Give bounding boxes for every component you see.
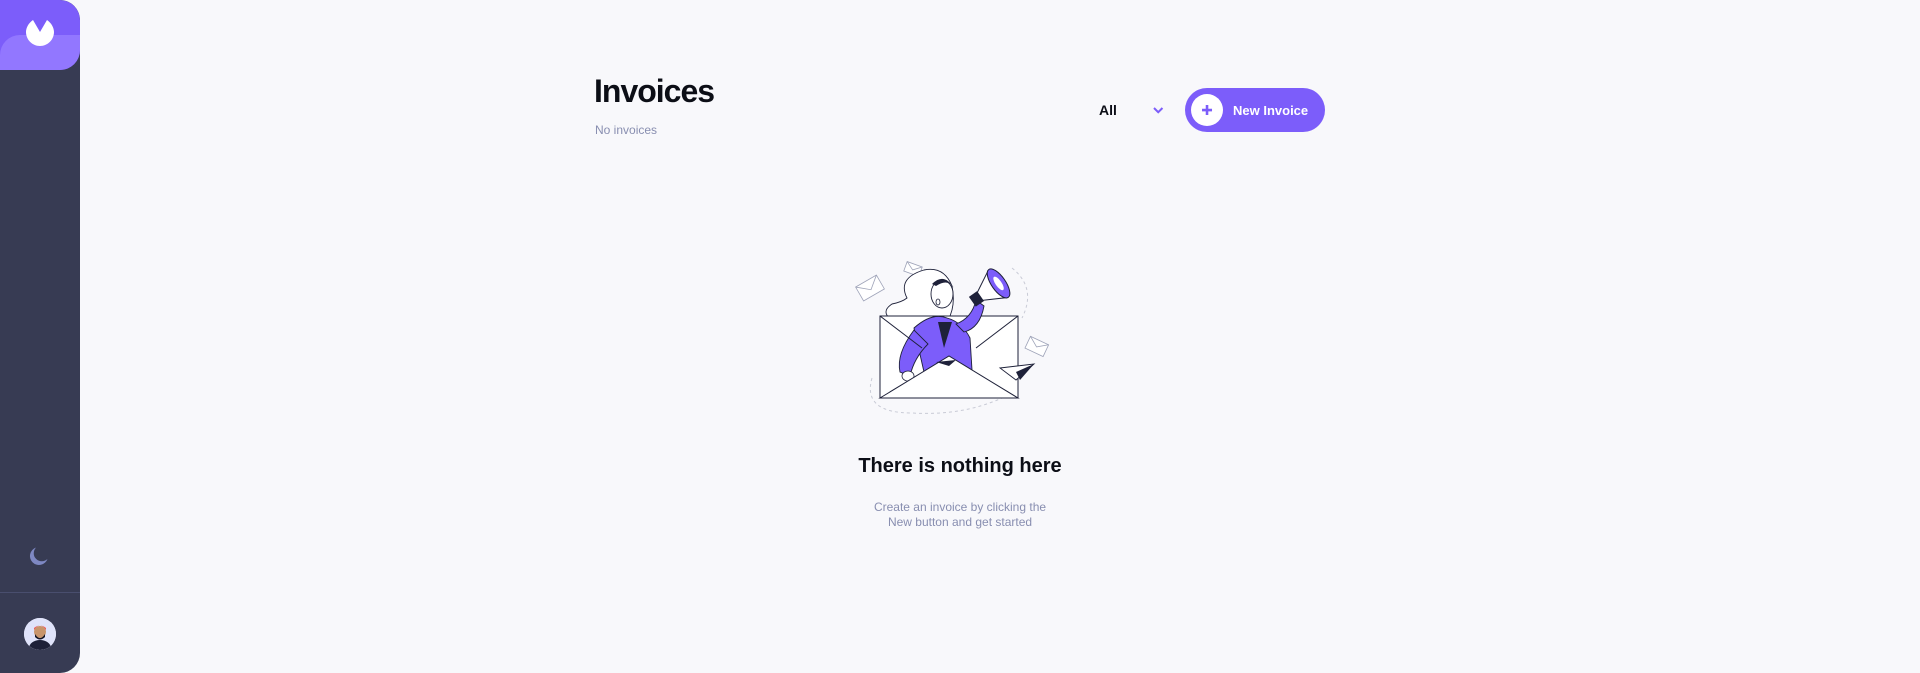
logo-icon [26, 20, 54, 46]
sidebar-divider [0, 592, 80, 593]
avatar-image [24, 618, 56, 650]
empty-state-title: There is nothing here [858, 455, 1062, 477]
new-invoice-button[interactable]: New Invoice [1185, 88, 1325, 132]
filter-selected-label: All [1099, 102, 1117, 118]
empty-state-text-line-2: New button and get started [887, 515, 1033, 529]
user-avatar[interactable] [24, 618, 56, 650]
logo[interactable] [0, 0, 80, 70]
plus-icon [1191, 94, 1223, 126]
empty-state-text-line-1: Create an invoice by clicking the [873, 500, 1047, 514]
new-invoice-label: New Invoice [1233, 102, 1309, 118]
empty-state-text: Create an invoice by clicking the New bu… [810, 500, 1110, 530]
chevron-down-icon [1153, 106, 1164, 114]
page-title: Invoices [594, 73, 715, 109]
woman-with-megaphone-in-envelope-illustration [855, 261, 1050, 414]
sidebar [0, 0, 80, 673]
theme-toggle-button[interactable] [28, 547, 52, 571]
status-filter-dropdown[interactable]: All [1099, 98, 1164, 122]
invoice-count-subtitle: No invoices [595, 123, 658, 137]
moon-icon [29, 547, 48, 566]
